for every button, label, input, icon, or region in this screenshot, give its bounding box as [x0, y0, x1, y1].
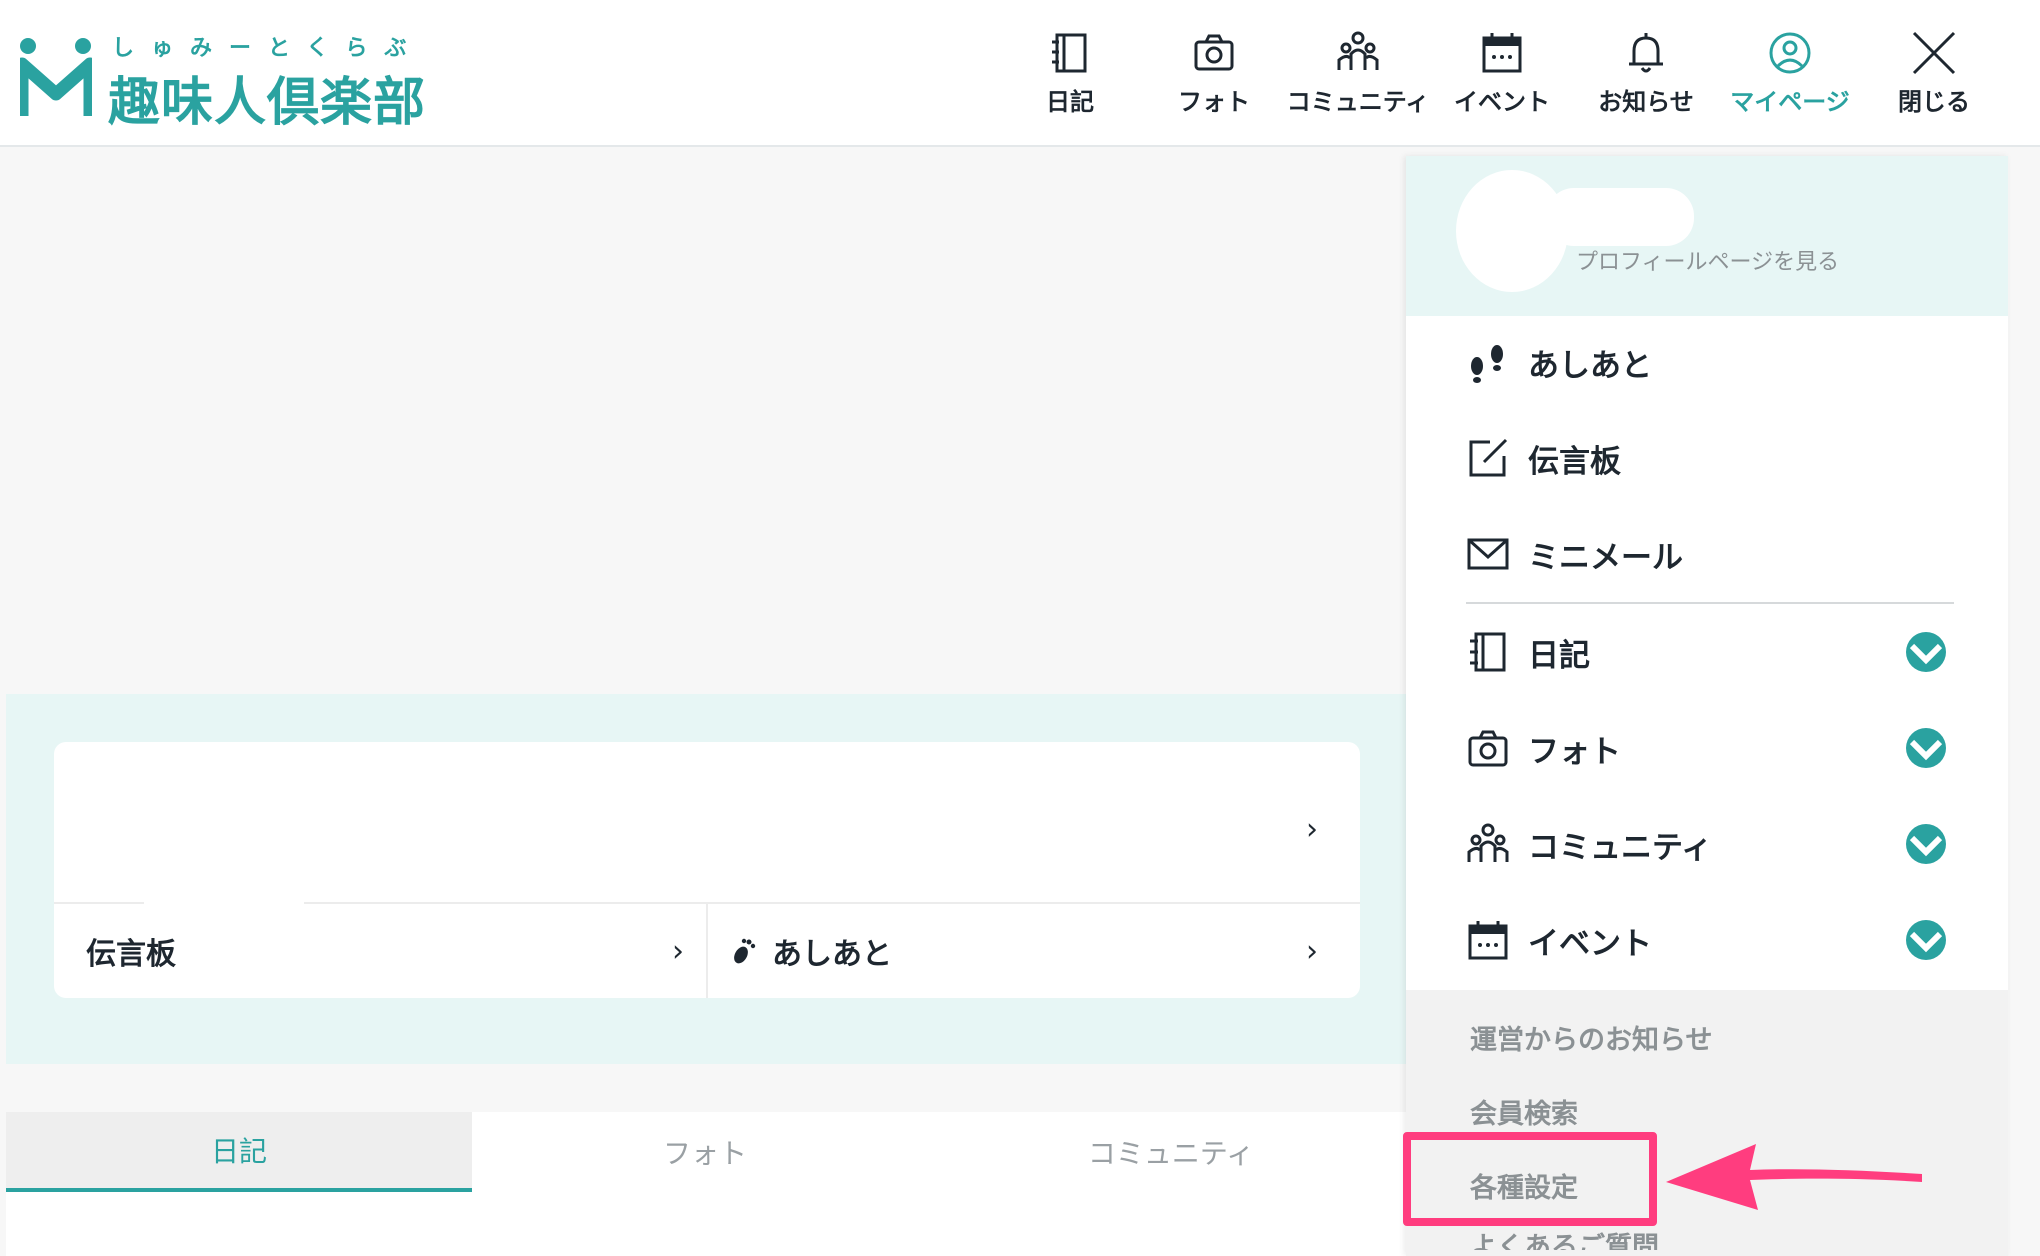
user-name-redacted	[1546, 188, 1694, 246]
menu-event[interactable]: イベント	[1466, 892, 1954, 988]
menu-community[interactable]: コミュニティ	[1466, 796, 1954, 892]
nav-close-label: 閉じる	[1898, 88, 1970, 116]
chevron-right-icon: ›	[1306, 933, 1318, 969]
chevron-down-icon[interactable]	[1906, 632, 1946, 672]
link-member-search[interactable]: 会員検索	[1470, 1092, 1578, 1131]
calendar-icon	[1482, 33, 1522, 73]
nav-mypage-label: マイページ	[1730, 88, 1850, 116]
nav-notifications[interactable]: お知らせ	[1574, 30, 1718, 120]
edit-note-icon	[1469, 438, 1508, 477]
nav-photo-label: フォト	[1178, 88, 1250, 116]
nav-diary-label: 日記	[1046, 88, 1094, 116]
community-icon	[1467, 823, 1509, 862]
menu-minimail-label: ミニメール	[1528, 539, 1683, 576]
card-footprints-label: あしあと	[772, 937, 892, 972]
tab-diary[interactable]: 日記	[6, 1112, 472, 1192]
camera-icon	[1194, 34, 1234, 71]
menu-photo[interactable]: フォト	[1466, 700, 1954, 796]
card-chevron-right-icon[interactable]: ›	[1306, 812, 1318, 847]
menu-bulletin[interactable]: 伝言板	[1466, 410, 1954, 506]
site-logo[interactable]: しゅみーとくらぶ 趣味人倶楽部	[20, 30, 440, 133]
camera-icon	[1468, 730, 1508, 767]
mail-icon	[1467, 538, 1509, 570]
nav-community-label: コミュニティ	[1286, 88, 1430, 116]
nav-close[interactable]: 閉じる	[1862, 30, 2006, 120]
tab-content	[6, 1192, 1406, 1256]
menu-minimail[interactable]: ミニメール	[1466, 506, 1954, 602]
mypage-panel: プロフィールページを見る あしあと 伝言板 ミニメール 日記 フォト コミュニテ…	[1406, 156, 2008, 1256]
summary-card: › 伝言板 › あしあと ›	[54, 742, 1360, 998]
menu-diary-label: 日記	[1528, 637, 1590, 674]
chevron-down-icon[interactable]	[1906, 920, 1946, 960]
menu-bulletin-label: 伝言板	[1528, 443, 1621, 480]
nav-notifications-label: お知らせ	[1598, 88, 1694, 116]
menu-footprints[interactable]: あしあと	[1466, 314, 1954, 410]
nav-photo[interactable]: フォト	[1142, 30, 1286, 120]
notebook-icon	[1470, 632, 1506, 672]
link-official-news[interactable]: 運営からのお知らせ	[1470, 1018, 1712, 1057]
tab-photo[interactable]: フォト	[472, 1112, 938, 1192]
card-footprints-link[interactable]: あしあと ›	[706, 904, 1360, 998]
menu-footprints-label: あしあと	[1528, 347, 1652, 384]
calendar-icon	[1468, 921, 1508, 960]
content-tabs: 日記 フォト コミュニティ	[6, 1112, 1406, 1192]
notebook-icon	[1052, 33, 1087, 73]
card-bulletin-link[interactable]: 伝言板 ›	[86, 904, 706, 998]
menu-event-label: イベント	[1528, 925, 1652, 962]
chevron-down-icon[interactable]	[1906, 728, 1946, 768]
nav-diary[interactable]: 日記	[998, 30, 1142, 120]
card-bulletin-label: 伝言板	[86, 937, 176, 972]
user-circle-icon	[1769, 32, 1811, 74]
nav-event-label: イベント	[1454, 88, 1550, 116]
logo-kana: しゅみーとくらぶ	[112, 36, 424, 61]
hero-area	[6, 150, 1406, 694]
nav-event[interactable]: イベント	[1430, 30, 1574, 120]
profile-page-link[interactable]: プロフィールページを見る	[1576, 244, 1839, 276]
annotation-arrow-icon	[1666, 1144, 1922, 1210]
nav-mypage[interactable]: マイページ	[1718, 30, 1862, 120]
logo-mark-icon	[20, 38, 92, 116]
site-header: しゅみーとくらぶ 趣味人倶楽部 日記 フォト コミュニティ イベント お知らせ …	[0, 0, 2040, 147]
close-icon	[1912, 31, 1956, 75]
profile-header[interactable]: プロフィールページを見る	[1406, 156, 2008, 316]
footprints-icon	[1471, 345, 1503, 383]
settings-highlight-box	[1403, 1132, 1657, 1226]
tab-community[interactable]: コミュニティ	[938, 1112, 1404, 1192]
nav-community[interactable]: コミュニティ	[1286, 30, 1430, 120]
community-icon	[1337, 31, 1379, 70]
logo-title: 趣味人倶楽部	[108, 73, 427, 133]
footprint-icon	[734, 938, 756, 964]
chevron-right-icon: ›	[672, 933, 684, 969]
menu-photo-label: フォト	[1528, 733, 1621, 770]
menu-diary[interactable]: 日記	[1466, 604, 1954, 700]
menu-community-label: コミュニティ	[1528, 829, 1713, 866]
chevron-down-icon[interactable]	[1906, 824, 1946, 864]
bell-icon	[1629, 33, 1663, 73]
